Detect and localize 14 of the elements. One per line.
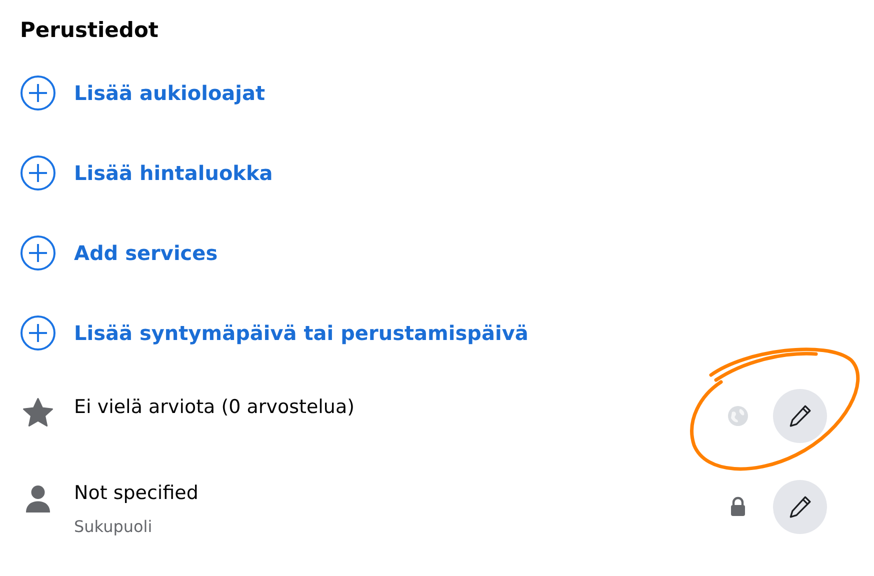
add-link[interactable]: Lisää hintaluokka — [74, 161, 273, 185]
plus-circle-icon — [20, 75, 56, 111]
plus-circle-icon — [20, 315, 56, 351]
add-link[interactable]: Add services — [74, 241, 218, 265]
plus-circle-icon — [20, 155, 56, 191]
info-text: Ei vielä arviota (0 arvostelua) — [74, 395, 356, 419]
edit-button[interactable] — [773, 389, 827, 443]
add-link[interactable]: Lisää aukioloajat — [74, 81, 266, 105]
info-label: Sukupuoli — [74, 517, 154, 537]
add-link[interactable]: Lisää syntymäpäivä tai perustamispäivä — [74, 321, 528, 345]
info-text: Not specified — [74, 481, 200, 505]
section-title: Perustiedot — [20, 17, 160, 44]
globe-icon — [726, 404, 750, 428]
plus-circle-icon — [20, 235, 56, 271]
